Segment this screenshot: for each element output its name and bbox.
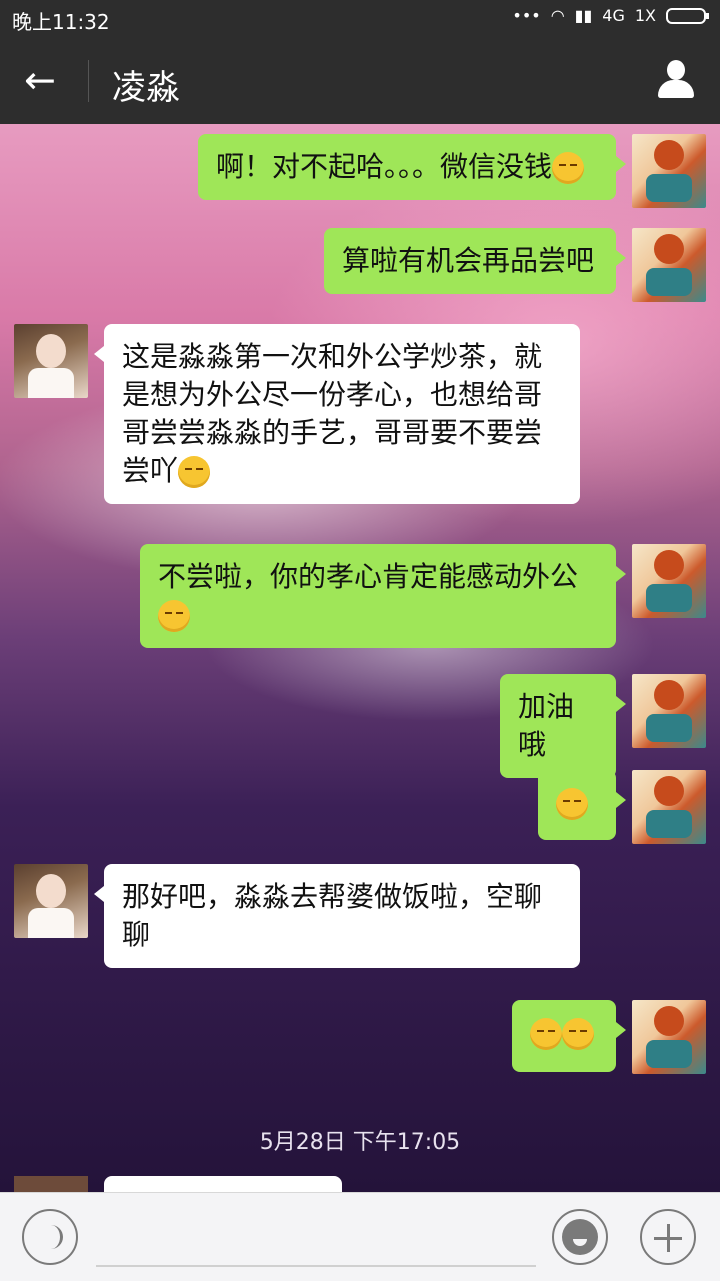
- message-text: 啊！对不起哈。。。微信没钱: [216, 150, 553, 183]
- my-avatar[interactable]: [632, 1000, 706, 1074]
- my-avatar[interactable]: [632, 134, 706, 208]
- my-avatar[interactable]: [632, 228, 706, 302]
- message-bubble-sent[interactable]: 算啦有机会再品尝吧: [324, 228, 626, 294]
- network-label: 4G: [602, 6, 625, 25]
- smirk-emoji-icon: [556, 788, 588, 820]
- contact-avatar[interactable]: [14, 324, 88, 398]
- voice-input-button[interactable]: [22, 1209, 78, 1265]
- my-avatar[interactable]: [632, 544, 706, 618]
- my-avatar[interactable]: [632, 674, 706, 748]
- contact-avatar[interactable]: [14, 864, 88, 938]
- smirk-emoji-icon: [530, 1018, 562, 1050]
- message-text: 加油哦: [518, 690, 575, 761]
- voice-icon: [44, 1225, 63, 1249]
- smile-emoji-icon: [158, 600, 190, 632]
- chat-header: ← 凌淼: [0, 36, 720, 124]
- hug-emoji-icon: [178, 456, 211, 488]
- message-bubble-sent[interactable]: 啊！对不起哈。。。微信没钱: [198, 134, 626, 200]
- signal-icon: ▮▮: [574, 6, 593, 25]
- contact-profile-icon[interactable]: [656, 60, 696, 100]
- message-bubble-sent[interactable]: [538, 770, 626, 840]
- header-divider: [88, 60, 89, 102]
- sim-label: 1X: [634, 6, 656, 25]
- more-icon: •••: [512, 6, 541, 25]
- more-actions-button[interactable]: [640, 1209, 696, 1265]
- smirk-emoji-icon: [562, 1018, 594, 1050]
- smiley-icon: [562, 1219, 598, 1255]
- my-avatar[interactable]: [632, 770, 706, 844]
- chat-title: 凌淼: [112, 68, 180, 108]
- input-bar: [0, 1192, 720, 1281]
- message-bubble-received[interactable]: 这是淼淼第一次和外公学炒茶，就是想为外公尽一份孝心，也想给哥哥尝尝淼淼的手艺，哥…: [94, 324, 580, 504]
- message-input[interactable]: [96, 1265, 536, 1267]
- message-text: 那好吧，淼淼去帮婆做饭啦，空聊聊: [122, 880, 543, 951]
- chat-timestamp: 5月28日 下午17:05: [259, 1130, 461, 1155]
- status-icons: ••• ◠ ▮▮ 4G 1X: [512, 6, 709, 25]
- message-text: 不尝啦，你的孝心肯定能感动外公: [158, 560, 579, 593]
- message-bubble-received[interactable]: 那好吧，淼淼去帮婆做饭啦，空聊聊: [94, 864, 580, 968]
- back-arrow-icon[interactable]: ←: [24, 58, 56, 102]
- message-bubble-sent[interactable]: [512, 1000, 626, 1072]
- message-text: 算啦有机会再品尝吧: [342, 244, 595, 277]
- emoji-button[interactable]: [552, 1209, 608, 1265]
- message-bubble-sent[interactable]: 不尝啦，你的孝心肯定能感动外公: [140, 544, 626, 648]
- message-bubble-sent[interactable]: 加油哦: [500, 674, 626, 778]
- wifi-icon: ◠: [550, 6, 565, 25]
- clock: 晚上11:32: [12, 10, 110, 34]
- battery-icon: [666, 7, 709, 24]
- crying-laughing-emoji-icon: [552, 152, 585, 184]
- status-bar: 晚上11:32 ••• ◠ ▮▮ 4G 1X: [0, 0, 720, 36]
